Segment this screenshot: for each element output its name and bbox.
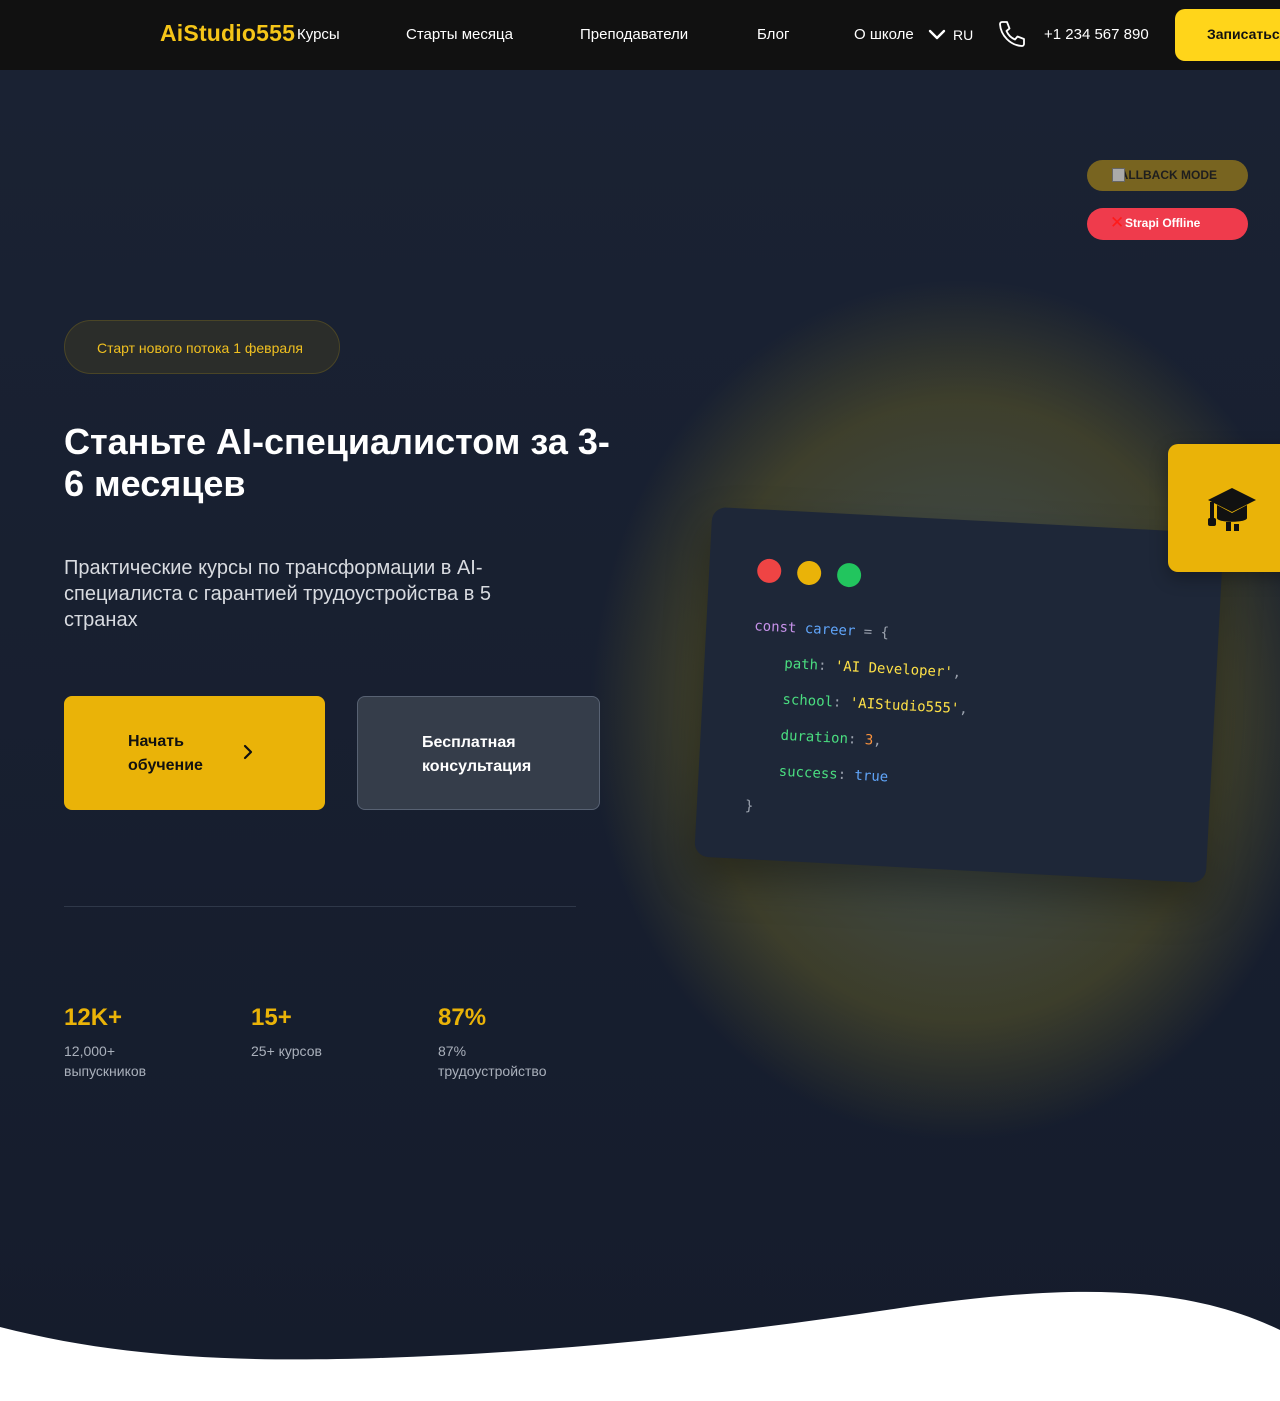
- broken-image-icon: [1112, 168, 1125, 182]
- window-dot-green: [836, 562, 862, 588]
- nav-link-blog[interactable]: Блог: [757, 26, 789, 43]
- x-icon: ✕: [1110, 213, 1125, 232]
- hero-section: FALLBACK MODE ✕ Strapi Offline Старт нов…: [0, 70, 1280, 1401]
- code-card: const career = { path: 'AI Developer', s…: [694, 506, 1224, 884]
- window-dot-yellow: [796, 560, 822, 586]
- window-dot-red: [756, 558, 782, 584]
- code-line: success: true: [778, 763, 889, 786]
- bottom-wave: [0, 1291, 1280, 1401]
- graduation-cap-icon: [1208, 488, 1256, 531]
- top-navbar: AiStudio555 Курсы Старты месяца Преподав…: [0, 0, 1280, 70]
- stat-label-courses: 25+ курсов: [251, 1043, 322, 1059]
- chevron-right-icon: [243, 744, 253, 760]
- nav-link-courses[interactable]: Курсы: [297, 26, 340, 43]
- start-learning-button[interactable]: Начать обучение: [64, 696, 325, 810]
- phone-icon[interactable]: [996, 18, 1028, 50]
- signup-button[interactable]: Записаться: [1175, 9, 1280, 61]
- code-line: school: 'AIStudio555',: [782, 691, 969, 718]
- free-consultation-label: Бесплатная консультация: [422, 734, 532, 775]
- fallback-mode-badge: FALLBACK MODE: [1087, 160, 1248, 191]
- strapi-offline-badge: ✕ Strapi Offline: [1087, 208, 1248, 240]
- nav-link-starts[interactable]: Старты месяца: [406, 26, 513, 43]
- code-line: const career = {: [753, 618, 890, 642]
- free-consultation-button[interactable]: Бесплатная консультация: [357, 696, 600, 810]
- nav-link-about[interactable]: О школе: [854, 26, 914, 43]
- start-learning-label: Начать обучение: [128, 733, 203, 774]
- nav-link-teachers[interactable]: Преподаватели: [580, 26, 688, 43]
- logo[interactable]: AiStudio555: [160, 20, 295, 47]
- phone-number[interactable]: +1 234 567 890: [1044, 26, 1149, 43]
- divider: [64, 906, 576, 907]
- stat-value-courses: 15+: [251, 1004, 292, 1031]
- chevron-down-icon[interactable]: [927, 26, 947, 44]
- code-line: }: [744, 797, 754, 815]
- stat-value-graduates: 12K+: [64, 1004, 123, 1031]
- stat-value-employment: 87%: [438, 1004, 487, 1031]
- stat-label-graduates: 12,000+ выпускников: [64, 1043, 147, 1079]
- code-line: duration: 3,: [780, 727, 883, 750]
- new-stream-pill: Старт нового потока 1 февраля: [64, 320, 340, 374]
- stat-label-employment: 87% трудоустройство: [438, 1043, 547, 1079]
- hero-title: Станьте AI-специалистом за 3-6 месяцев: [64, 421, 610, 504]
- fallback-mode-label: FALLBACK MODE: [1113, 168, 1217, 182]
- language-selector[interactable]: RU: [953, 27, 973, 43]
- strapi-offline-label: Strapi Offline: [1125, 216, 1201, 230]
- side-tab[interactable]: [1168, 444, 1280, 572]
- hero-subtitle: Практические курсы по трансформации в AI…: [64, 557, 492, 631]
- code-line: path: 'AI Developer',: [783, 655, 962, 682]
